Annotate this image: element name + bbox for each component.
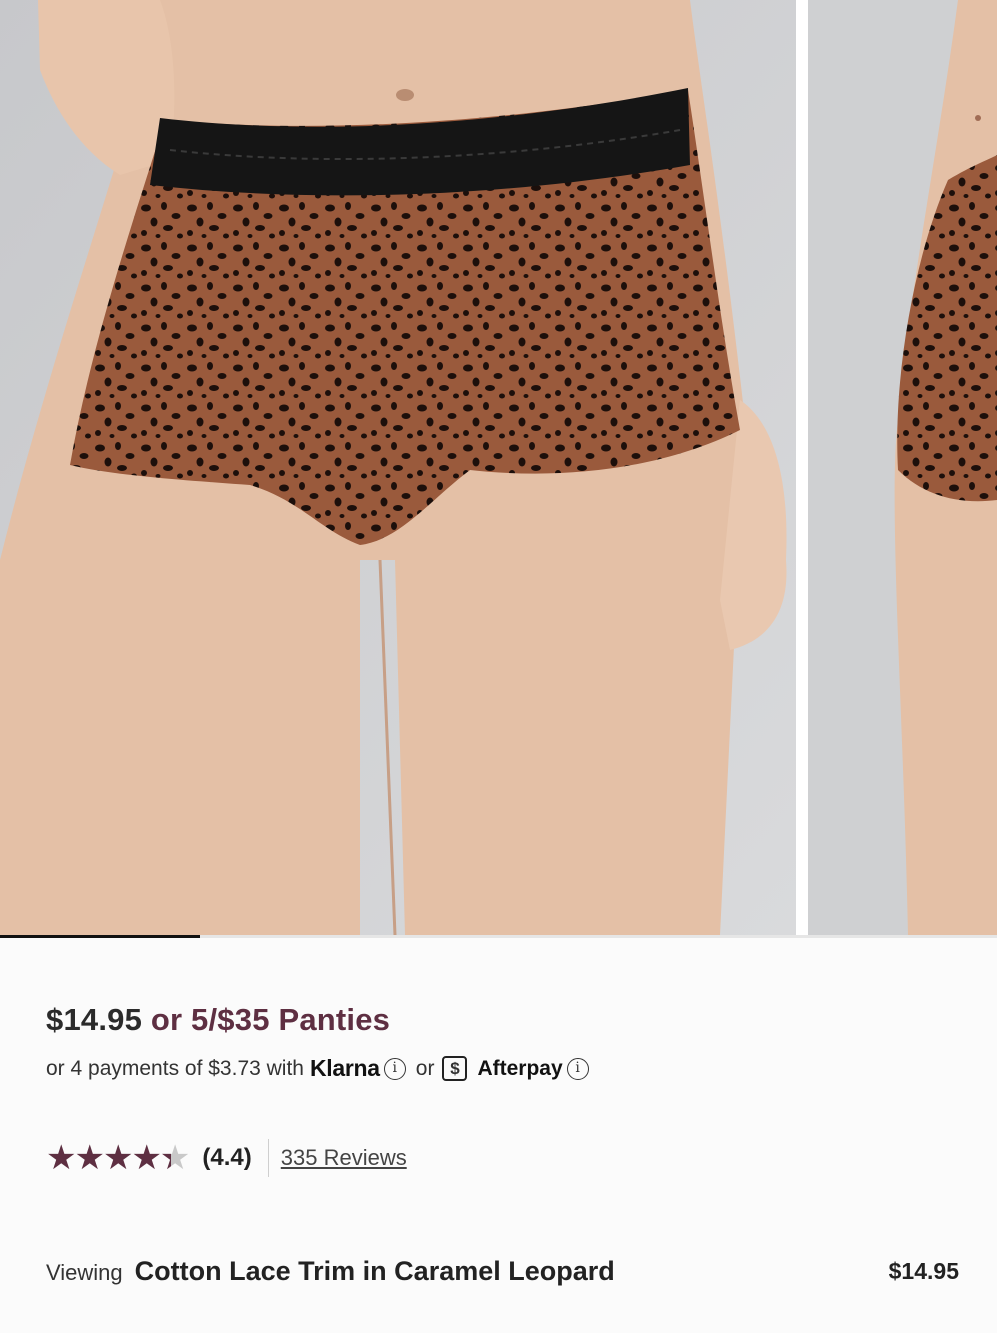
viewing-label: Viewing <box>46 1260 123 1285</box>
product-photo-side-image <box>808 0 997 935</box>
product-photo-front-image <box>0 0 796 935</box>
afterpay-logo-icon: $ <box>442 1056 468 1081</box>
product-image-gallery[interactable] <box>0 0 997 938</box>
variant-price: $14.95 <box>888 1258 959 1284</box>
viewing-variant: Viewing Cotton Lace Trim in Caramel Leop… <box>46 1256 615 1287</box>
installment-text: or 4 payments of $3.73 with <box>46 1056 304 1080</box>
product-rating: ★★★★★ ★★★★★ (4.4) 335 Reviews <box>46 1136 407 1180</box>
product-info-panel: $14.95 or 5/$35 Panties or 4 payments of… <box>0 938 997 1333</box>
reviews-link[interactable]: 335 Reviews <box>281 1145 407 1171</box>
payment-or-text: or <box>415 1056 435 1080</box>
product-photo-side[interactable] <box>808 0 997 935</box>
product-price: $14.95 <box>46 1002 143 1037</box>
rating-divider <box>267 1139 269 1177</box>
rating-value: (4.4) <box>202 1144 252 1171</box>
variant-name: Cotton Lace Trim in Caramel Leopard <box>134 1256 615 1286</box>
promo-offer[interactable]: or 5/$35 Panties <box>142 1002 390 1037</box>
afterpay-label: Afterpay <box>477 1056 563 1080</box>
product-photo-front[interactable] <box>0 0 796 935</box>
star-rating-icon: ★★★★★ ★★★★★ <box>46 1139 190 1177</box>
afterpay-info-icon[interactable]: i <box>566 1057 589 1080</box>
klarna-info-icon[interactable]: i <box>383 1057 406 1080</box>
klarna-logo: Klarna <box>309 1055 380 1081</box>
price-line: $14.95 or 5/$35 Panties <box>46 1002 390 1038</box>
installment-payments: or 4 payments of $3.73 with Klarna i or … <box>46 1055 589 1082</box>
